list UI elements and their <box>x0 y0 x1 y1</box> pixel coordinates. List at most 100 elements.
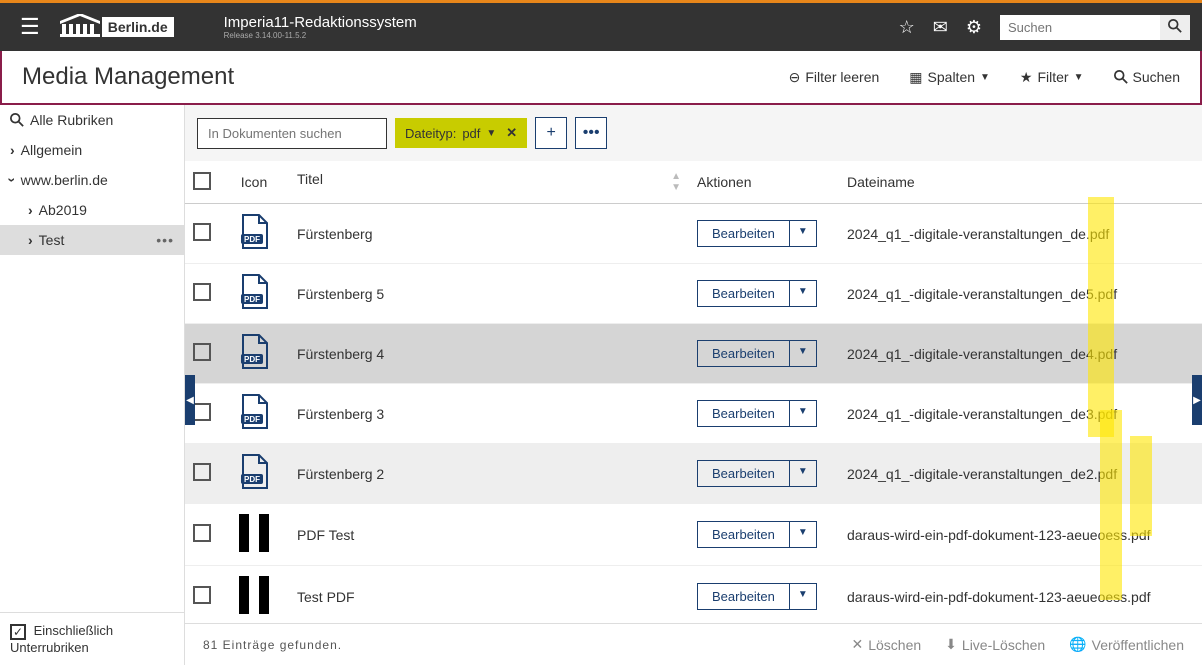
edit-button[interactable]: Bearbeiten▼ <box>697 280 817 307</box>
edit-dropdown[interactable]: ▼ <box>789 281 816 306</box>
table-row[interactable]: PDFFürstenbergBearbeiten▼2024_q1_-digita… <box>185 204 1202 264</box>
row-title: Fürstenberg <box>289 204 689 264</box>
row-checkbox[interactable] <box>193 343 211 361</box>
row-checkbox[interactable] <box>193 403 211 421</box>
edit-dropdown[interactable]: ▼ <box>789 584 816 609</box>
select-all-checkbox[interactable] <box>193 172 211 190</box>
table-row[interactable]: Test PDF Bearbeiten▼ daraus-wird-ein-pdf-d… <box>185 566 1202 624</box>
star-icon[interactable]: ☆ <box>899 17 915 38</box>
globe-icon: 🌐 <box>1069 636 1086 653</box>
col-title[interactable]: Titel▲▼ <box>289 161 689 204</box>
sidebar-item-allgemein[interactable]: › Allgemein <box>0 135 184 165</box>
include-subfolders-checkbox[interactable]: ✓ <box>10 624 26 640</box>
download-icon: ⬇ <box>945 636 957 653</box>
sidebar-item-test[interactable]: › Test ••• <box>0 225 184 255</box>
filetype-filter-chip[interactable]: Dateityp: pdf ▼ ✕ <box>395 118 527 148</box>
live-delete-button[interactable]: ⬇ Live-Löschen <box>945 636 1045 653</box>
chevron-right-icon: › <box>28 232 33 248</box>
table-row[interactable]: PDFFürstenberg 4Bearbeiten▼2024_q1_-digi… <box>185 324 1202 384</box>
x-icon: ✕ <box>852 636 864 653</box>
col-filename[interactable]: Dateiname <box>839 161 1202 204</box>
file-icon: PDF <box>219 324 289 384</box>
delete-button[interactable]: ✕ Löschen <box>852 636 922 653</box>
content-footer: 81 Einträge gefunden. ✕ Löschen ⬇ Live-L… <box>185 623 1202 665</box>
row-filename: daraus-wird-ein-pdf-dokument-123-aeueoes… <box>839 504 1202 566</box>
gear-icon[interactable]: ⚙ <box>966 17 982 38</box>
table-row[interactable]: PDF Fürstenberg 3 Bearbeiten▼ 2024_q1_-digi… <box>185 384 1202 444</box>
row-title: Fürstenberg 3 <box>289 384 689 444</box>
collapse-right-handle[interactable]: ▶ <box>1192 375 1202 425</box>
edit-dropdown[interactable]: ▼ <box>789 341 816 366</box>
brand-logo[interactable]: Berlin.de <box>60 14 174 40</box>
menu-icon[interactable]: ☰ <box>12 14 48 40</box>
col-icon[interactable]: Icon <box>219 161 289 204</box>
svg-text:PDF: PDF <box>244 415 260 424</box>
table-row[interactable]: PDF Test Bearbeiten▼ daraus-wird-ein-pdf-d… <box>185 504 1202 566</box>
edit-button[interactable]: Bearbeiten▼ <box>697 340 817 367</box>
more-icon[interactable]: ••• <box>156 232 174 248</box>
remove-filter-icon[interactable]: ✕ <box>506 125 517 141</box>
table-row[interactable]: PDFFürstenberg 2Bearbeiten▼2024_q1_-digi… <box>185 444 1202 504</box>
sidebar-footer: ✓ Einschließlich Unterrubriken <box>0 612 184 665</box>
edit-button[interactable]: Bearbeiten▼ <box>697 583 817 610</box>
row-title: PDF Test <box>289 504 689 566</box>
file-icon: PDF <box>219 264 289 324</box>
row-checkbox[interactable] <box>193 283 211 301</box>
chevron-right-icon: › <box>10 142 15 158</box>
row-title: Test PDF <box>289 566 689 624</box>
edit-button[interactable]: Bearbeiten▼ <box>697 521 817 548</box>
clear-filter-button[interactable]: ⊖ Filter leeren <box>789 69 880 86</box>
chevron-right-icon: › <box>28 202 33 218</box>
search-button[interactable]: Suchen <box>1114 69 1180 85</box>
more-actions-button[interactable]: ••• <box>575 117 607 149</box>
top-navbar: ☰ Berlin.de Imperia11-Redaktionssystem R… <box>0 3 1202 51</box>
edit-dropdown[interactable]: ▼ <box>789 461 816 486</box>
row-checkbox[interactable] <box>193 223 211 241</box>
chevron-down-icon: › <box>4 178 20 183</box>
mail-icon[interactable]: ✉ <box>933 17 948 38</box>
publish-button[interactable]: 🌐 Veröffentlichen <box>1069 636 1184 653</box>
page-title: Media Management <box>22 63 234 91</box>
file-icon <box>219 504 289 566</box>
sort-icon[interactable]: ▲▼ <box>671 171 681 193</box>
row-title: Fürstenberg 5 <box>289 264 689 324</box>
svg-text:PDF: PDF <box>244 355 260 364</box>
global-search-button[interactable] <box>1160 15 1190 40</box>
content-area: ◀ ▶ Dateityp: pdf ▼ ✕ + ••• Icon Titel▲▼ <box>185 105 1202 665</box>
file-icon: PDF <box>219 204 289 264</box>
row-checkbox[interactable] <box>193 524 211 542</box>
row-filename: 2024_q1_-digitale-veranstaltungen_de4.pd… <box>839 324 1202 384</box>
star-filled-icon: ★ <box>1020 69 1033 86</box>
row-checkbox[interactable] <box>193 586 211 604</box>
row-checkbox[interactable] <box>193 463 211 481</box>
sidebar-item-ab2019[interactable]: › Ab2019 <box>0 195 184 225</box>
edit-button[interactable]: Bearbeiten▼ <box>697 400 817 427</box>
filter-button[interactable]: ★ Filter ▼ <box>1020 69 1084 86</box>
app-title: Imperia11-Redaktionssystem <box>224 14 417 31</box>
file-icon <box>219 566 289 624</box>
filter-bar: Dateityp: pdf ▼ ✕ + ••• <box>185 105 1202 161</box>
global-search-input[interactable] <box>1000 15 1160 40</box>
row-filename: daraus-wird-ein-pdf-dokument-123-aeueoes… <box>839 566 1202 624</box>
columns-button[interactable]: ▦ Spalten ▼ <box>909 69 990 86</box>
edit-dropdown[interactable]: ▼ <box>789 401 816 426</box>
add-filter-button[interactable]: + <box>535 117 567 149</box>
media-table: Icon Titel▲▼ Aktionen Dateiname PDFFürst… <box>185 161 1202 623</box>
page-header: Media Management ⊖ Filter leeren ▦ Spalt… <box>0 51 1202 105</box>
sidebar-all-categories[interactable]: Alle Rubriken <box>0 105 184 135</box>
table-row[interactable]: PDFFürstenberg 5 Bearbeiten▼ 2024_q1_-digi… <box>185 264 1202 324</box>
svg-text:PDF: PDF <box>244 235 260 244</box>
file-icon: PDF <box>219 444 289 504</box>
edit-dropdown[interactable]: ▼ <box>789 221 816 246</box>
row-title: Fürstenberg 2 <box>289 444 689 504</box>
row-filename: 2024_q1_-digitale-veranstaltungen_de3.pd… <box>839 384 1202 444</box>
edit-button[interactable]: Bearbeiten▼ <box>697 460 817 487</box>
edit-dropdown[interactable]: ▼ <box>789 522 816 547</box>
global-search <box>1000 15 1190 40</box>
sidebar: Alle Rubriken › Allgemein › www.berlin.d… <box>0 105 185 665</box>
collapse-left-handle[interactable]: ◀ <box>185 375 195 425</box>
row-filename: 2024_q1_-digitale-veranstaltungen_de5.pd… <box>839 264 1202 324</box>
sidebar-item-berlin[interactable]: › www.berlin.de <box>0 165 184 195</box>
document-search-input[interactable] <box>197 118 387 149</box>
edit-button[interactable]: Bearbeiten▼ <box>697 220 817 247</box>
